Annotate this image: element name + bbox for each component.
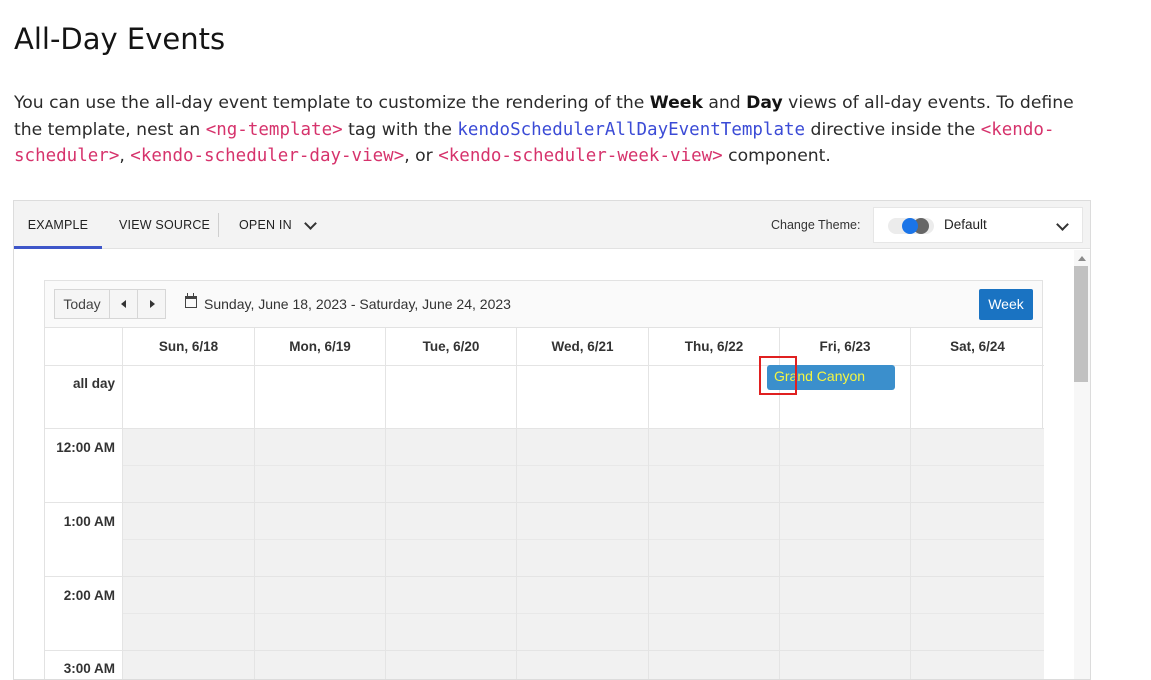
theme-label: Change Theme: bbox=[771, 218, 861, 232]
intro-text-8: component. bbox=[722, 146, 831, 166]
day-header-tue[interactable]: Tue, 6/20 bbox=[386, 328, 516, 365]
calendar-icon[interactable] bbox=[185, 293, 197, 308]
vertical-scrollbar[interactable] bbox=[1074, 250, 1090, 679]
intro-text-4: tag with the bbox=[342, 119, 458, 140]
grid-column-line bbox=[516, 328, 517, 679]
intro-text-2: and bbox=[702, 93, 747, 113]
grid-column-line bbox=[910, 328, 911, 679]
grid-column-line bbox=[254, 328, 255, 679]
all-day-label: all day bbox=[72, 376, 115, 391]
grid-line bbox=[123, 465, 1044, 466]
scrollbar-thumb[interactable] bbox=[1074, 266, 1088, 382]
intro-text-6: , bbox=[119, 146, 131, 166]
caret-right-icon bbox=[150, 300, 155, 308]
grid-line bbox=[123, 539, 1044, 540]
highlight-box bbox=[759, 356, 797, 395]
grid-line bbox=[45, 428, 1044, 429]
code-day-view[interactable]: <kendo-scheduler-day-view> bbox=[130, 146, 404, 166]
code-ng-template[interactable]: <ng-template> bbox=[206, 120, 343, 140]
day-header-fri[interactable]: Fri, 6/23 bbox=[780, 328, 910, 365]
grid-line bbox=[123, 613, 1044, 614]
code-directive-link[interactable]: kendoSchedulerAllDayEventTemplate bbox=[457, 120, 805, 140]
day-header-wed[interactable]: Wed, 6/21 bbox=[517, 328, 648, 365]
time-label: 3:00 AM bbox=[63, 661, 115, 676]
week-view-button[interactable]: Week bbox=[979, 289, 1033, 320]
demo-toolbar: EXAMPLE VIEW SOURCE OPEN IN Change Theme… bbox=[14, 201, 1090, 249]
time-label: 12:00 AM bbox=[56, 440, 115, 455]
toolbar-divider bbox=[218, 213, 219, 237]
caret-left-icon bbox=[121, 300, 126, 308]
chevron-down-icon[interactable] bbox=[304, 217, 317, 230]
scheduler-toolbar: Today Sunday, June 18, 2023 - Saturday, … bbox=[45, 281, 1042, 328]
today-button[interactable]: Today bbox=[54, 289, 110, 319]
next-button[interactable] bbox=[137, 289, 166, 319]
prev-button[interactable] bbox=[109, 289, 138, 319]
day-header-sat[interactable]: Sat, 6/24 bbox=[911, 328, 1044, 365]
tab-open-in[interactable]: OPEN IN bbox=[239, 201, 292, 249]
intro-text-7: , or bbox=[404, 146, 439, 166]
intro-text-1: You can use the all-day event template t… bbox=[14, 93, 650, 113]
tab-view-source[interactable]: VIEW SOURCE bbox=[119, 201, 210, 249]
intro-text-5: directive inside the bbox=[805, 119, 981, 140]
chevron-down-icon bbox=[1056, 218, 1069, 231]
grid-column-line bbox=[122, 328, 123, 679]
scroll-up-arrow-icon[interactable] bbox=[1078, 256, 1086, 261]
grid-line bbox=[45, 502, 1044, 503]
time-label: 1:00 AM bbox=[63, 514, 115, 529]
code-week-view[interactable]: <kendo-scheduler-week-view> bbox=[438, 146, 722, 166]
demo-container: EXAMPLE VIEW SOURCE OPEN IN Change Theme… bbox=[13, 200, 1091, 680]
day-header-sun[interactable]: Sun, 6/18 bbox=[123, 328, 254, 365]
intro-bold-week: Week bbox=[649, 93, 703, 113]
theme-value: Default bbox=[944, 217, 987, 232]
day-header-mon[interactable]: Mon, 6/19 bbox=[255, 328, 385, 365]
date-range-label[interactable]: Sunday, June 18, 2023 - Saturday, June 2… bbox=[204, 281, 511, 328]
grid-line bbox=[45, 650, 1044, 651]
theme-dropdown[interactable]: Default bbox=[873, 207, 1083, 243]
intro-paragraph: You can use the all-day event template t… bbox=[14, 90, 1104, 170]
time-label: 2:00 AM bbox=[63, 588, 115, 603]
grid-column-line bbox=[385, 328, 386, 679]
grid-column-line bbox=[648, 328, 649, 679]
intro-bold-day: Day bbox=[746, 93, 783, 113]
theme-toggle-icon bbox=[888, 217, 934, 235]
grid-line bbox=[45, 576, 1044, 577]
tab-example[interactable]: EXAMPLE bbox=[14, 201, 102, 249]
scheduler: Today Sunday, June 18, 2023 - Saturday, … bbox=[44, 280, 1044, 679]
page-title: All-Day Events bbox=[14, 22, 226, 56]
